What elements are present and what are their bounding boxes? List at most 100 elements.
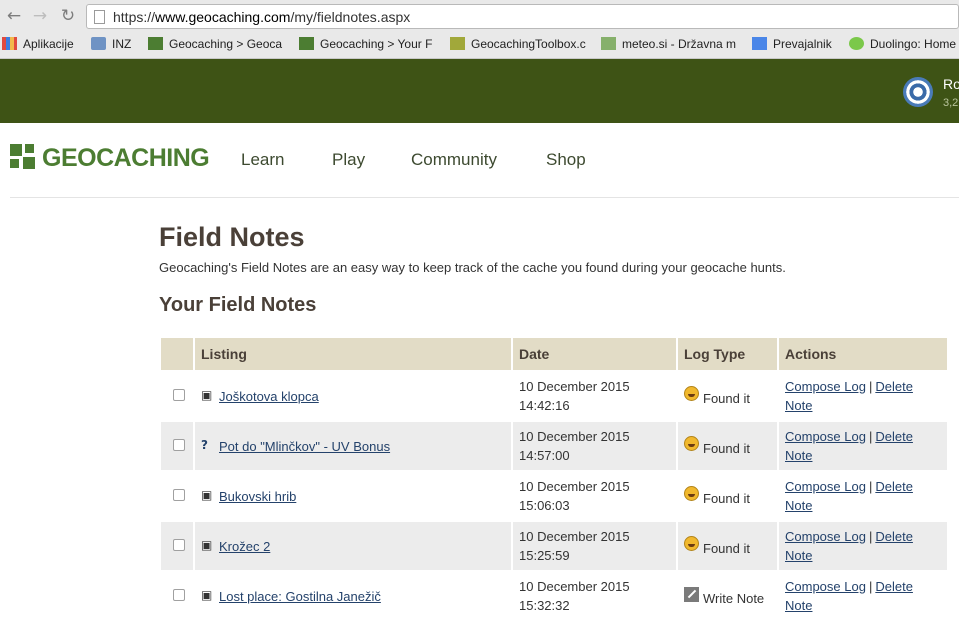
mystery-cache-icon: ? (201, 437, 208, 452)
section-title: Your Field Notes (159, 294, 317, 316)
log-type-cell: Found it (678, 422, 777, 470)
action-separator: | (868, 379, 873, 394)
listing-cell: ▣ Bukovski hrib (195, 472, 511, 520)
bookmark-geocaching-1[interactable]: Geocaching > Geoca (148, 34, 286, 54)
translate-icon (752, 37, 767, 50)
bookmark-meteo[interactable]: meteo.si - Državna m (601, 34, 739, 54)
log-type-label: Found it (703, 541, 750, 556)
back-arrow-icon[interactable]: ← (4, 6, 24, 26)
action-separator: | (868, 429, 873, 444)
address-bar[interactable]: https://www.geocaching.com/my/fieldnotes… (86, 4, 959, 29)
actions-cell: Compose Log | Delete Note (779, 522, 947, 570)
bookmark-inz[interactable]: INZ (91, 34, 141, 54)
listing-cell: ▣ Lost place: Gostilna Janežič (195, 572, 511, 620)
date-cell: 10 December 2015 14:57:00 (513, 422, 676, 470)
page-icon (94, 10, 105, 24)
log-date: 10 December 2015 (519, 429, 630, 444)
forward-arrow-icon[interactable]: → (30, 6, 50, 26)
found-it-smiley-icon (684, 536, 699, 551)
date-cell: 10 December 2015 15:25:59 (513, 522, 676, 570)
delete-label-2: Note (785, 448, 813, 463)
bookmark-translate[interactable]: Prevajalnik (752, 34, 840, 54)
delete-label-2: Note (785, 548, 813, 563)
bookmark-toolbox[interactable]: GeocachingToolbox.c (450, 34, 592, 54)
log-time: 14:57:00 (519, 448, 570, 463)
logo-text: GEOCACHING (42, 143, 210, 172)
compose-log-link[interactable]: Compose Log (785, 529, 866, 544)
table-row: ▣ Krožec 2 10 December 2015 15:25:59 Found… (161, 522, 947, 570)
traditional-cache-icon: ▣ (201, 387, 213, 402)
bookmark-label: Prevajalnik (773, 37, 832, 51)
date-cell: 10 December 2015 15:06:03 (513, 472, 676, 520)
row-checkbox[interactable] (173, 388, 185, 401)
select-cell (161, 472, 193, 520)
browser-chrome: ← → ↻ https://www.geocaching.com/my/fiel… (0, 0, 959, 59)
table-header-row: Listing Date Log Type Actions (161, 338, 947, 370)
geocaching-logo[interactable]: GEOCACHING (10, 143, 210, 173)
log-date: 10 December 2015 (519, 579, 630, 594)
delete-label-1: Delete (875, 429, 913, 444)
actions-cell: Compose Log | Delete Note (779, 372, 947, 420)
log-type-label: Found it (703, 491, 750, 506)
select-cell (161, 572, 193, 620)
row-checkbox[interactable] (173, 588, 185, 601)
user-find-count: 3,2 (943, 97, 959, 109)
traditional-cache-icon: ▣ (201, 487, 213, 502)
url-path: /my/fieldnotes.aspx (290, 9, 411, 25)
page-title: Field Notes (159, 222, 305, 252)
reload-icon[interactable]: ↻ (58, 6, 78, 26)
nav-play[interactable]: Play (332, 150, 365, 170)
log-date: 10 December 2015 (519, 529, 630, 544)
bookmark-geocaching-2[interactable]: Geocaching > Your F (299, 34, 435, 54)
log-time: 15:25:59 (519, 548, 570, 563)
row-checkbox[interactable] (173, 488, 185, 501)
date-cell: 10 December 2015 15:32:32 (513, 572, 676, 620)
compose-log-link[interactable]: Compose Log (785, 479, 866, 494)
listing-cell: ▣ Joškotova klopca (195, 372, 511, 420)
compose-log-link[interactable]: Compose Log (785, 579, 866, 594)
header-divider (10, 197, 959, 198)
found-it-smiley-icon (684, 436, 699, 451)
log-time: 15:32:32 (519, 598, 570, 613)
bookmark-label: Aplikacije (23, 37, 74, 51)
traditional-cache-icon: ▣ (201, 537, 213, 552)
cache-listing-link[interactable]: Pot do "Mlinčkov" - UV Bonus (219, 439, 390, 454)
nav-shop[interactable]: Shop (546, 150, 586, 170)
page-description: Geocaching's Field Notes are an easy way… (159, 260, 786, 275)
compose-log-link[interactable]: Compose Log (785, 379, 866, 394)
field-notes-table: Listing Date Log Type Actions ▣ Joškotova… (159, 336, 949, 622)
logo-mark-icon (10, 144, 38, 172)
column-header-listing: Listing (195, 338, 511, 370)
geocaching-favicon (148, 37, 163, 50)
row-checkbox[interactable] (173, 538, 185, 551)
listing-cell: ▣ Krožec 2 (195, 522, 511, 570)
user-avatar[interactable] (903, 77, 933, 107)
bookmark-label: GeocachingToolbox.c (471, 37, 586, 51)
actions-cell: Compose Log | Delete Note (779, 472, 947, 520)
cache-listing-link[interactable]: Joškotova klopca (219, 389, 319, 404)
log-type-label: Found it (703, 391, 750, 406)
nav-learn[interactable]: Learn (241, 150, 284, 170)
url-text: https://www.geocaching.com/my/fieldnotes… (113, 9, 410, 25)
log-type-cell: Write Note (678, 572, 777, 620)
delete-label-2: Note (785, 398, 813, 413)
log-type-cell: Found it (678, 522, 777, 570)
user-name[interactable]: Ro (943, 76, 959, 92)
bookmark-label: Geocaching > Your F (320, 37, 433, 51)
bookmark-label: INZ (112, 37, 132, 51)
row-checkbox[interactable] (173, 438, 185, 451)
actions-cell: Compose Log | Delete Note (779, 422, 947, 470)
cache-listing-link[interactable]: Krožec 2 (219, 539, 270, 554)
log-type-cell: Found it (678, 472, 777, 520)
nav-community[interactable]: Community (411, 150, 497, 170)
select-cell (161, 372, 193, 420)
toolbox-favicon (450, 37, 465, 50)
found-it-smiley-icon (684, 386, 699, 401)
bookmark-duolingo[interactable]: Duolingo: Home (849, 34, 959, 54)
bookmark-apps[interactable]: Aplikacije (2, 34, 82, 54)
delete-label-2: Note (785, 498, 813, 513)
compose-log-link[interactable]: Compose Log (785, 429, 866, 444)
cache-listing-link[interactable]: Bukovski hrib (219, 489, 296, 504)
cache-listing-link[interactable]: Lost place: Gostilna Janežič (219, 589, 381, 604)
table-row: ▣ Joškotova klopca 10 December 2015 14:42:… (161, 372, 947, 420)
